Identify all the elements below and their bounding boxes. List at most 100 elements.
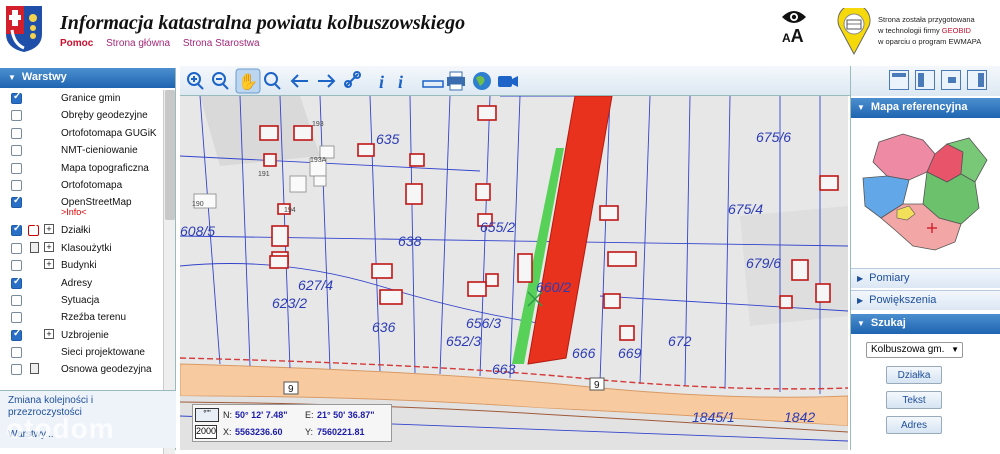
parcel-label: 1845/1 [692,409,735,425]
parcel-label: 638 [398,233,422,249]
hand-icon[interactable]: ✋ [238,72,258,91]
font-size-button[interactable]: AA [782,26,804,47]
expand-icon[interactable]: + [44,224,54,235]
help-link[interactable]: Pomoc [60,38,93,49]
starostwo-link[interactable]: Strona Starostwa [183,38,260,49]
home-link[interactable]: Strona główna [106,38,170,49]
layer-item[interactable]: Ortofotomapa GUGiK [0,125,176,142]
layout-top-icon[interactable] [889,70,909,90]
layer-item[interactable]: Sytuacja [0,292,176,309]
layer-checkbox[interactable] [11,179,22,191]
layout-left-icon[interactable] [915,70,935,90]
e-value: 21° 50' 36.87" [317,410,375,420]
layer-checkbox[interactable] [11,242,22,254]
layer-checkbox[interactable] [11,195,22,209]
layer-item[interactable]: Adresy [0,275,176,292]
gmina-select[interactable]: Kolbuszowa gm. ▼ [866,342,963,358]
eye-icon[interactable] [780,8,808,26]
link-icon[interactable] [344,71,361,88]
layer-item[interactable]: + Budynki [0,257,176,274]
map-svg[interactable]: 635 638 636 656/3 652/3 655/2 660/2 666 … [180,96,848,450]
coord-system-button[interactable]: 2000 [195,425,217,439]
layer-item[interactable]: Ortofotomapa [0,177,176,194]
layer-item[interactable]: Sieci projektowane [0,344,176,361]
powiekszenia-section[interactable]: ▶ Powiększenia [851,290,1000,310]
layer-item[interactable]: + Uzbrojenie [0,327,176,344]
top-nav: Pomoc Strona główna Strona Starostwa [60,38,270,49]
layer-item[interactable]: OpenStreetMap>Info< [0,194,176,222]
layer-checkbox[interactable] [11,145,22,157]
expand-icon[interactable]: + [44,259,54,270]
info-icon[interactable]: i [379,72,384,92]
layers-panel-header[interactable]: ▼ Warstwy [0,68,175,88]
page-title: Informacja katastralna powiatu kolbuszow… [60,12,466,34]
layer-info-link[interactable]: >Info< [61,207,87,217]
layer-label: Sytuacja [61,294,100,306]
search-tekst-button[interactable]: Tekst [886,391,942,409]
layer-checkbox[interactable] [11,162,22,174]
measure-icon[interactable] [422,80,444,88]
layer-item[interactable]: + Działki [0,222,176,239]
arrow-right-icon[interactable] [318,74,336,88]
szukaj-section[interactable]: ▼ Szukaj [851,314,1000,334]
pomiary-section[interactable]: ▶ Pomiary [851,268,1000,288]
map-canvas[interactable]: 635 638 636 656/3 652/3 655/2 660/2 666 … [180,96,848,450]
print-icon[interactable] [447,71,465,91]
zoom-in-icon[interactable] [187,72,204,90]
layer-checkbox[interactable] [11,260,22,272]
degree-format-button[interactable]: °'" [195,408,219,422]
legend-doc-icon[interactable] [30,241,39,253]
layout-right-icon[interactable] [967,70,987,90]
parcel-label: 627/4 [298,277,333,293]
layer-checkbox[interactable] [11,347,22,359]
arrow-left-icon[interactable] [290,74,308,88]
scrollbar-thumb[interactable] [165,90,175,220]
info-extended-icon[interactable]: i [398,72,403,92]
ref-map-header[interactable]: ▼ Mapa referencyjna [851,98,1000,118]
layer-checkbox[interactable] [11,110,22,122]
layer-item[interactable]: NMT-cieniowanie [0,142,176,159]
layer-checkbox[interactable] [11,127,22,139]
parcel-label: 666 [572,345,596,361]
layer-label: Ortofotomapa GUGiK [61,127,157,139]
layer-item[interactable]: Rzeźba terenu [0,309,176,326]
e-label: E: [305,410,314,420]
header: Informacja katastralna powiatu kolbuszow… [0,0,1000,64]
legend-doc-icon[interactable] [30,363,39,375]
coordinates-readout: °'" 2000 N: 50° 12' 7.48" E: 21° 50' 36.… [192,404,392,442]
search-adres-button[interactable]: Adres [886,416,942,434]
zoom-extent-icon[interactable] [264,72,281,90]
x-value: 5563236.60 [235,427,283,437]
coat-of-arms-icon [6,6,42,52]
zoom-out-icon[interactable] [212,72,229,90]
camera-icon[interactable] [498,76,518,87]
layer-checkbox[interactable] [11,276,22,289]
parcel-label: 675/6 [756,129,791,145]
layer-checkbox[interactable] [11,364,22,376]
building-number: 194 [284,207,296,214]
layer-checkbox[interactable] [11,328,22,341]
layer-checkbox[interactable] [11,223,22,237]
search-dzialka-button[interactable]: Działka [886,366,942,384]
layer-checkbox[interactable] [11,294,22,306]
parcel-label: 635 [376,131,400,147]
reference-map[interactable] [851,120,1000,266]
expand-icon[interactable]: + [44,328,54,339]
legend-checkbox-icon[interactable] [28,223,39,237]
layer-item[interactable]: + Klasoużytki [0,240,176,257]
layer-checkbox[interactable] [11,312,22,324]
layer-item[interactable]: Granice gmin [0,90,176,107]
layer-checkbox[interactable] [11,91,22,104]
layer-label: Adresy [61,277,93,289]
expand-icon[interactable]: + [44,241,54,252]
export-icon[interactable] [941,70,961,90]
chevron-down-icon: ▼ [951,345,959,354]
layer-item[interactable]: Mapa topograficzna [0,160,176,177]
parcel-label: 636 [372,319,396,335]
layer-label: Uzbrojenie [61,329,109,341]
globe-icon[interactable] [473,72,491,90]
layer-item[interactable]: Obręby geodezyjne [0,107,176,124]
layer-label: Sieci projektowane [61,347,145,359]
road-number: 9 [288,384,294,395]
layer-item[interactable]: Osnowa geodezyjna [0,361,176,378]
